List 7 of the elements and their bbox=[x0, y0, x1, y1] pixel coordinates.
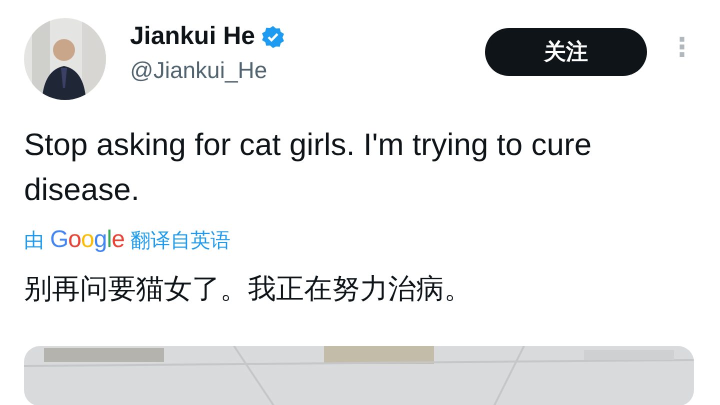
translated-text: 别再问要猫女了。我正在努力治病。 bbox=[24, 272, 473, 306]
translation-prefix: 由 bbox=[24, 228, 44, 254]
follow-button[interactable]: 关注 bbox=[485, 28, 647, 76]
author-handle[interactable]: @Jiankui_He bbox=[130, 57, 286, 84]
author-name[interactable]: Jiankui He bbox=[130, 22, 256, 51]
tweet-text: Stop asking for cat girls. I'm trying to cure disease. bbox=[24, 126, 593, 209]
google-logo: Google bbox=[50, 226, 124, 254]
